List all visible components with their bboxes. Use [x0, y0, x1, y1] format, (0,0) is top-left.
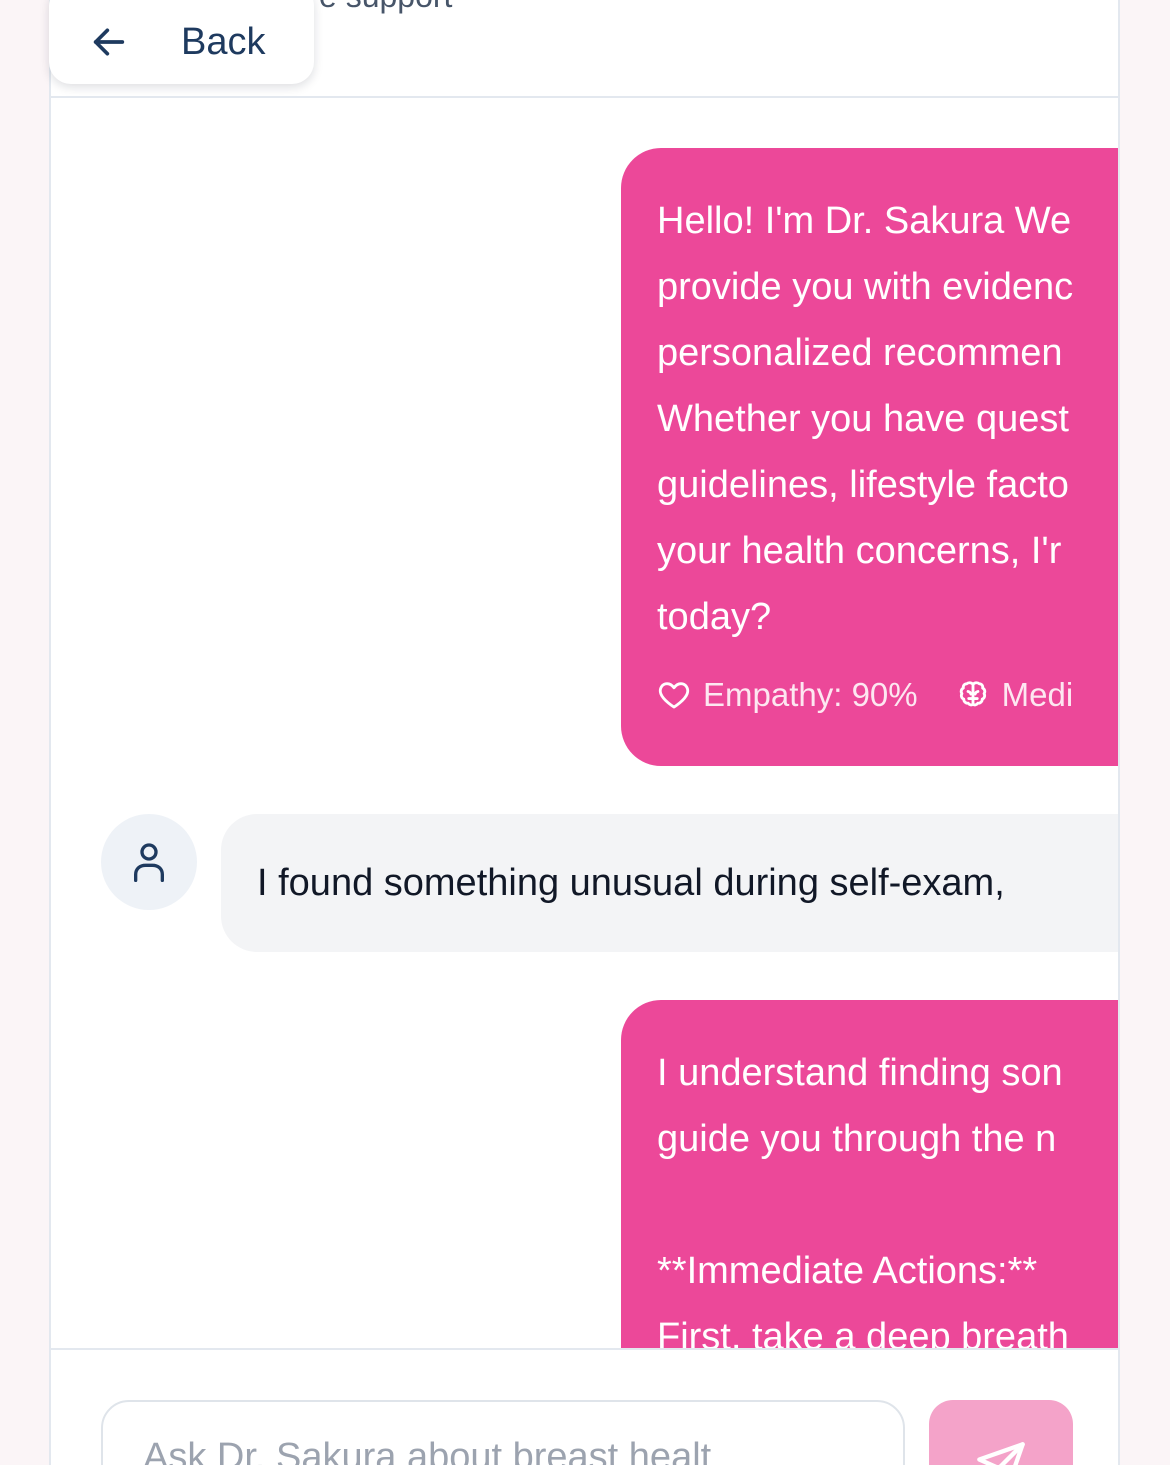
- heart-icon: [658, 682, 690, 709]
- back-button[interactable]: Back: [49, 0, 314, 84]
- avatar: [101, 814, 197, 910]
- assistant-message: Hello! I'm Dr. Sakura We provide you wit…: [621, 148, 1118, 766]
- arrow-left-icon: [93, 28, 125, 56]
- chat-window: e support Hello! I'm Dr. Sakura We provi…: [49, 0, 1120, 1465]
- message-line: I understand finding son: [657, 1052, 1063, 1094]
- empathy-metric: Empathy: 90%: [657, 676, 918, 714]
- message-line: today?: [657, 596, 772, 638]
- user-message: I found something unusual during self-ex…: [221, 814, 1118, 952]
- message-line: personalized recommen: [657, 332, 1063, 374]
- message-line: your health concerns, I'r: [657, 530, 1062, 572]
- back-label: Back: [181, 20, 266, 63]
- send-icon: [977, 1442, 1025, 1465]
- medical-label: Medi: [1001, 676, 1074, 713]
- message-line: Hello! I'm Dr. Sakura We: [657, 200, 1072, 242]
- message-metrics: Empathy: 90% Medi: [657, 676, 1118, 714]
- assistant-message-text: Hello! I'm Dr. Sakura We provide you wit…: [657, 188, 1118, 650]
- empathy-label: Empathy: 90%: [703, 676, 918, 713]
- send-button[interactable]: [929, 1400, 1073, 1465]
- message-line: guide you through the n: [657, 1118, 1057, 1160]
- chat-input-placeholder: Ask Dr. Sakura about breast healt: [143, 1436, 712, 1465]
- message-line: Whether you have quest: [657, 398, 1069, 440]
- message-line: First, take a deep breath: [657, 1316, 1069, 1348]
- message-composer: Ask Dr. Sakura about breast healt: [51, 1348, 1118, 1465]
- medical-metric: Medi: [956, 676, 1074, 714]
- chat-input[interactable]: Ask Dr. Sakura about breast healt: [101, 1400, 905, 1465]
- user-message-row: I found something unusual during self-ex…: [101, 814, 1118, 952]
- message-line: guidelines, lifestyle facto: [657, 464, 1069, 506]
- message-line: **Immediate Actions:**: [657, 1250, 1038, 1292]
- assistant-message: I understand finding son guide you throu…: [621, 1000, 1118, 1348]
- assistant-message-text: I understand finding son guide you throu…: [657, 1040, 1118, 1348]
- user-message-text: I found something unusual during self-ex…: [257, 861, 1005, 904]
- user-icon: [134, 843, 164, 882]
- brain-icon: [959, 681, 986, 707]
- header-subtitle: e support: [319, 0, 452, 15]
- message-list[interactable]: Hello! I'm Dr. Sakura We provide you wit…: [51, 98, 1118, 1348]
- message-line: provide you with evidenc: [657, 266, 1074, 308]
